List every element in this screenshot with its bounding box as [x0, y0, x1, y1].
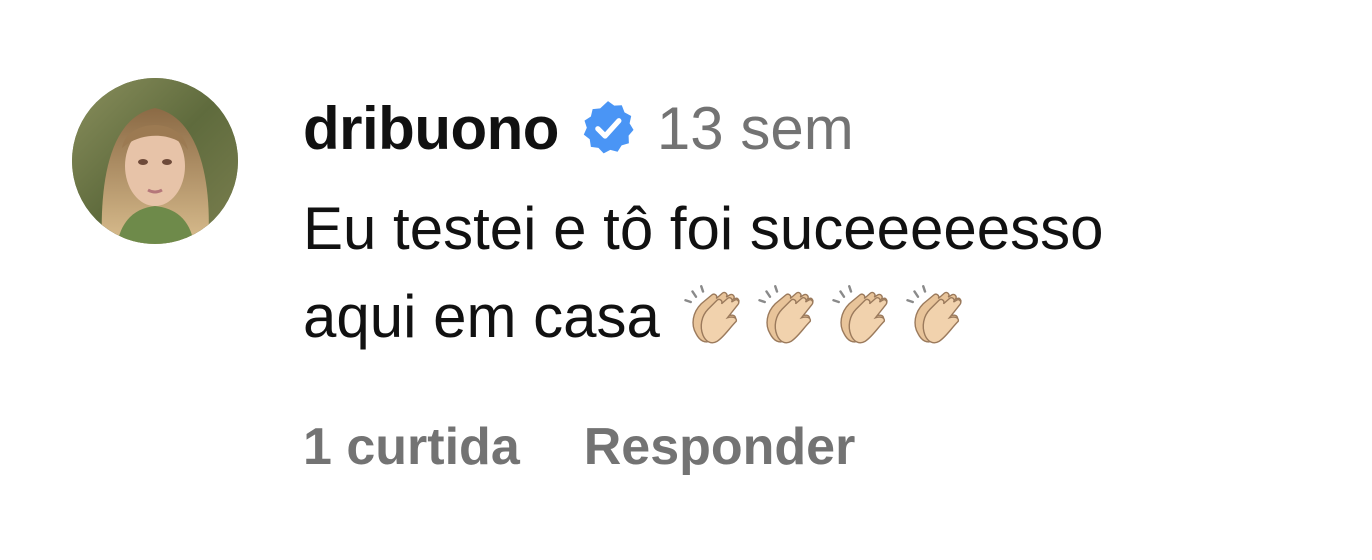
emoji-group	[682, 281, 978, 351]
verified-badge-icon	[583, 101, 634, 154]
clapping-hands-icon	[906, 285, 962, 344]
comment: dribuono 13 sem Eu testei e tô foi sucee…	[0, 0, 1372, 560]
comment-text-line-2: aqui em casa	[303, 283, 660, 350]
comment-text-line-2-wrapper: aqui em casa	[303, 273, 1343, 361]
reply-button[interactable]: Responder	[584, 417, 856, 477]
clapping-hands-icon	[832, 285, 888, 344]
likes-count-button[interactable]: 1 curtida	[303, 417, 520, 477]
clapping-hands-icon	[684, 285, 740, 344]
username-link[interactable]: dribuono	[303, 94, 559, 163]
clapping-hands-icon	[758, 285, 814, 344]
comment-text-line-1: Eu testei e tô foi suceeeeesso	[303, 195, 1104, 262]
comment-timestamp[interactable]: 13 sem	[657, 94, 854, 163]
comment-text: Eu testei e tô foi suceeeeesso aqui em c…	[303, 185, 1343, 361]
comment-header: dribuono 13 sem	[303, 88, 854, 168]
avatar-photo	[72, 78, 238, 244]
avatar[interactable]	[72, 78, 238, 244]
comment-actions: 1 curtida Responder	[303, 412, 855, 482]
